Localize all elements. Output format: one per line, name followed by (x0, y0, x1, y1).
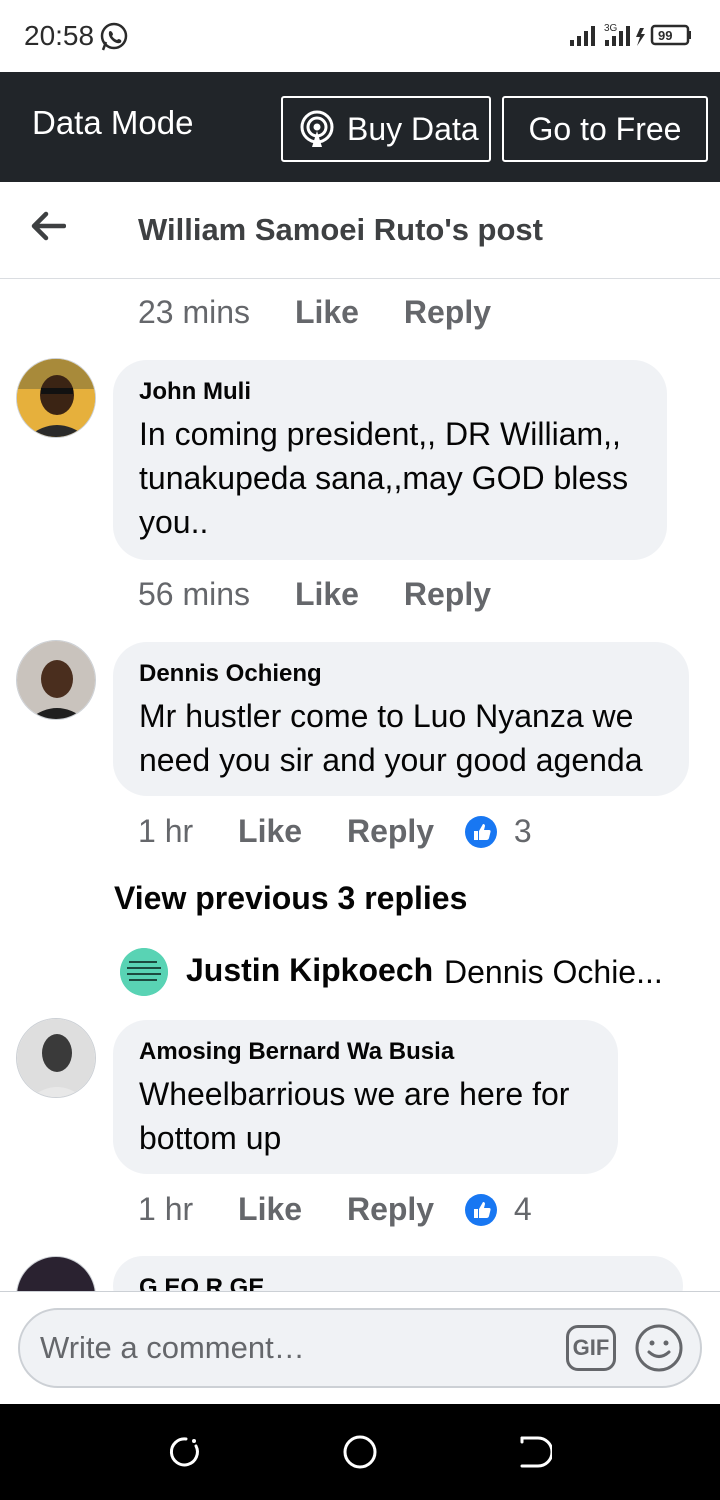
thumbs-up-icon (464, 1193, 497, 1226)
avatar[interactable] (16, 640, 96, 720)
gif-label: GIF (572, 1335, 610, 1360)
like-link[interactable]: Like (295, 294, 359, 330)
status-icons: 3G 99 (568, 20, 698, 50)
buy-data-button[interactable]: Buy Data (281, 96, 491, 162)
reply-text: Dennis Ochie... (444, 954, 663, 990)
comment-bubble: John Muli In coming president,, DR Willi… (113, 360, 667, 560)
avatar[interactable] (16, 1018, 96, 1098)
avatar[interactable] (16, 358, 96, 438)
comment-meta: 56 mins Like Reply (138, 576, 491, 613)
go-to-free-button[interactable]: Go to Free (502, 96, 708, 162)
go-to-free-label: Go to Free (528, 110, 682, 147)
comment-line: Mr hustler come to Luo Nyanza we (139, 698, 634, 734)
comment-placeholder: Write a comment… (40, 1330, 305, 1365)
charging-icon (636, 28, 645, 46)
comment-meta: 1 hr Like Reply 4 (138, 1191, 532, 1228)
comment-meta: 23 mins Like Reply (138, 294, 491, 331)
whatsapp-icon (98, 21, 130, 58)
reply-link[interactable]: Reply (347, 1191, 434, 1227)
emoji-icon[interactable] (634, 1323, 684, 1378)
signal-icon (570, 26, 630, 46)
data-mode-title: Data Mode (32, 104, 194, 141)
reply-author: Justin Kipkoech (186, 952, 434, 988)
post-title: William Samoei Ruto's post (138, 212, 543, 247)
comment-bubble: Dennis Ochieng Mr hustler come to Luo Ny… (113, 642, 689, 796)
broadcast-icon (297, 109, 337, 149)
comment-line: tunakupeda sana,,may GOD bless (139, 460, 629, 496)
comment-author[interactable]: Amosing Bernard Wa Busia (139, 1038, 592, 1066)
gif-button[interactable]: GIF (566, 1325, 616, 1371)
reply-link[interactable]: Reply (347, 813, 434, 849)
view-previous-replies[interactable]: View previous 3 replies (114, 880, 467, 917)
buy-data-label: Buy Data (347, 110, 479, 147)
back-arrow-icon[interactable] (30, 210, 67, 247)
home-icon[interactable] (342, 1434, 378, 1475)
recents-icon[interactable] (166, 1434, 202, 1475)
avatar (120, 948, 168, 996)
comment-line: bottom up (139, 1120, 282, 1156)
reply-preview[interactable]: Justin Kipkoech Dennis Ochie... (120, 948, 680, 996)
like-link[interactable]: Like (238, 813, 302, 849)
reply-link[interactable]: Reply (404, 294, 491, 330)
status-time: 20:58 (24, 20, 95, 51)
comment-text: Mr hustler come to Luo Nyanza we need yo… (139, 694, 663, 782)
comment-text: In coming president,, DR William,, tunak… (139, 412, 641, 544)
comment-bubble: Amosing Bernard Wa Busia Wheelbarrious w… (113, 1020, 618, 1174)
comment-meta: 1 hr Like Reply 3 (138, 813, 532, 850)
reply-link[interactable]: Reply (404, 576, 491, 612)
thumbs-up-icon (464, 815, 497, 848)
comment-time: 1 hr (138, 1191, 194, 1227)
comment-time: 56 mins (138, 576, 251, 612)
network-label: 3G (604, 23, 618, 34)
comment-line: Wheelbarrious we are here for (139, 1076, 570, 1112)
back-icon[interactable] (516, 1434, 554, 1475)
reaction-count[interactable]: 4 (514, 1191, 532, 1227)
comment-line: In coming president,, DR William,, (139, 416, 621, 452)
battery-level: 99 (658, 28, 672, 43)
like-link[interactable]: Like (295, 576, 359, 612)
reaction-count[interactable]: 3 (514, 813, 532, 849)
comment-line: you.. (139, 504, 209, 540)
comment-text: Wheelbarrious we are here for bottom up (139, 1072, 592, 1160)
comment-author[interactable]: John Muli (139, 378, 641, 406)
like-link[interactable]: Like (238, 1191, 302, 1227)
comment-time: 23 mins (138, 294, 251, 330)
comment-line: need you sir and your good agenda (139, 742, 643, 778)
comment-time: 1 hr (138, 813, 194, 849)
comment-author[interactable]: Dennis Ochieng (139, 660, 663, 688)
